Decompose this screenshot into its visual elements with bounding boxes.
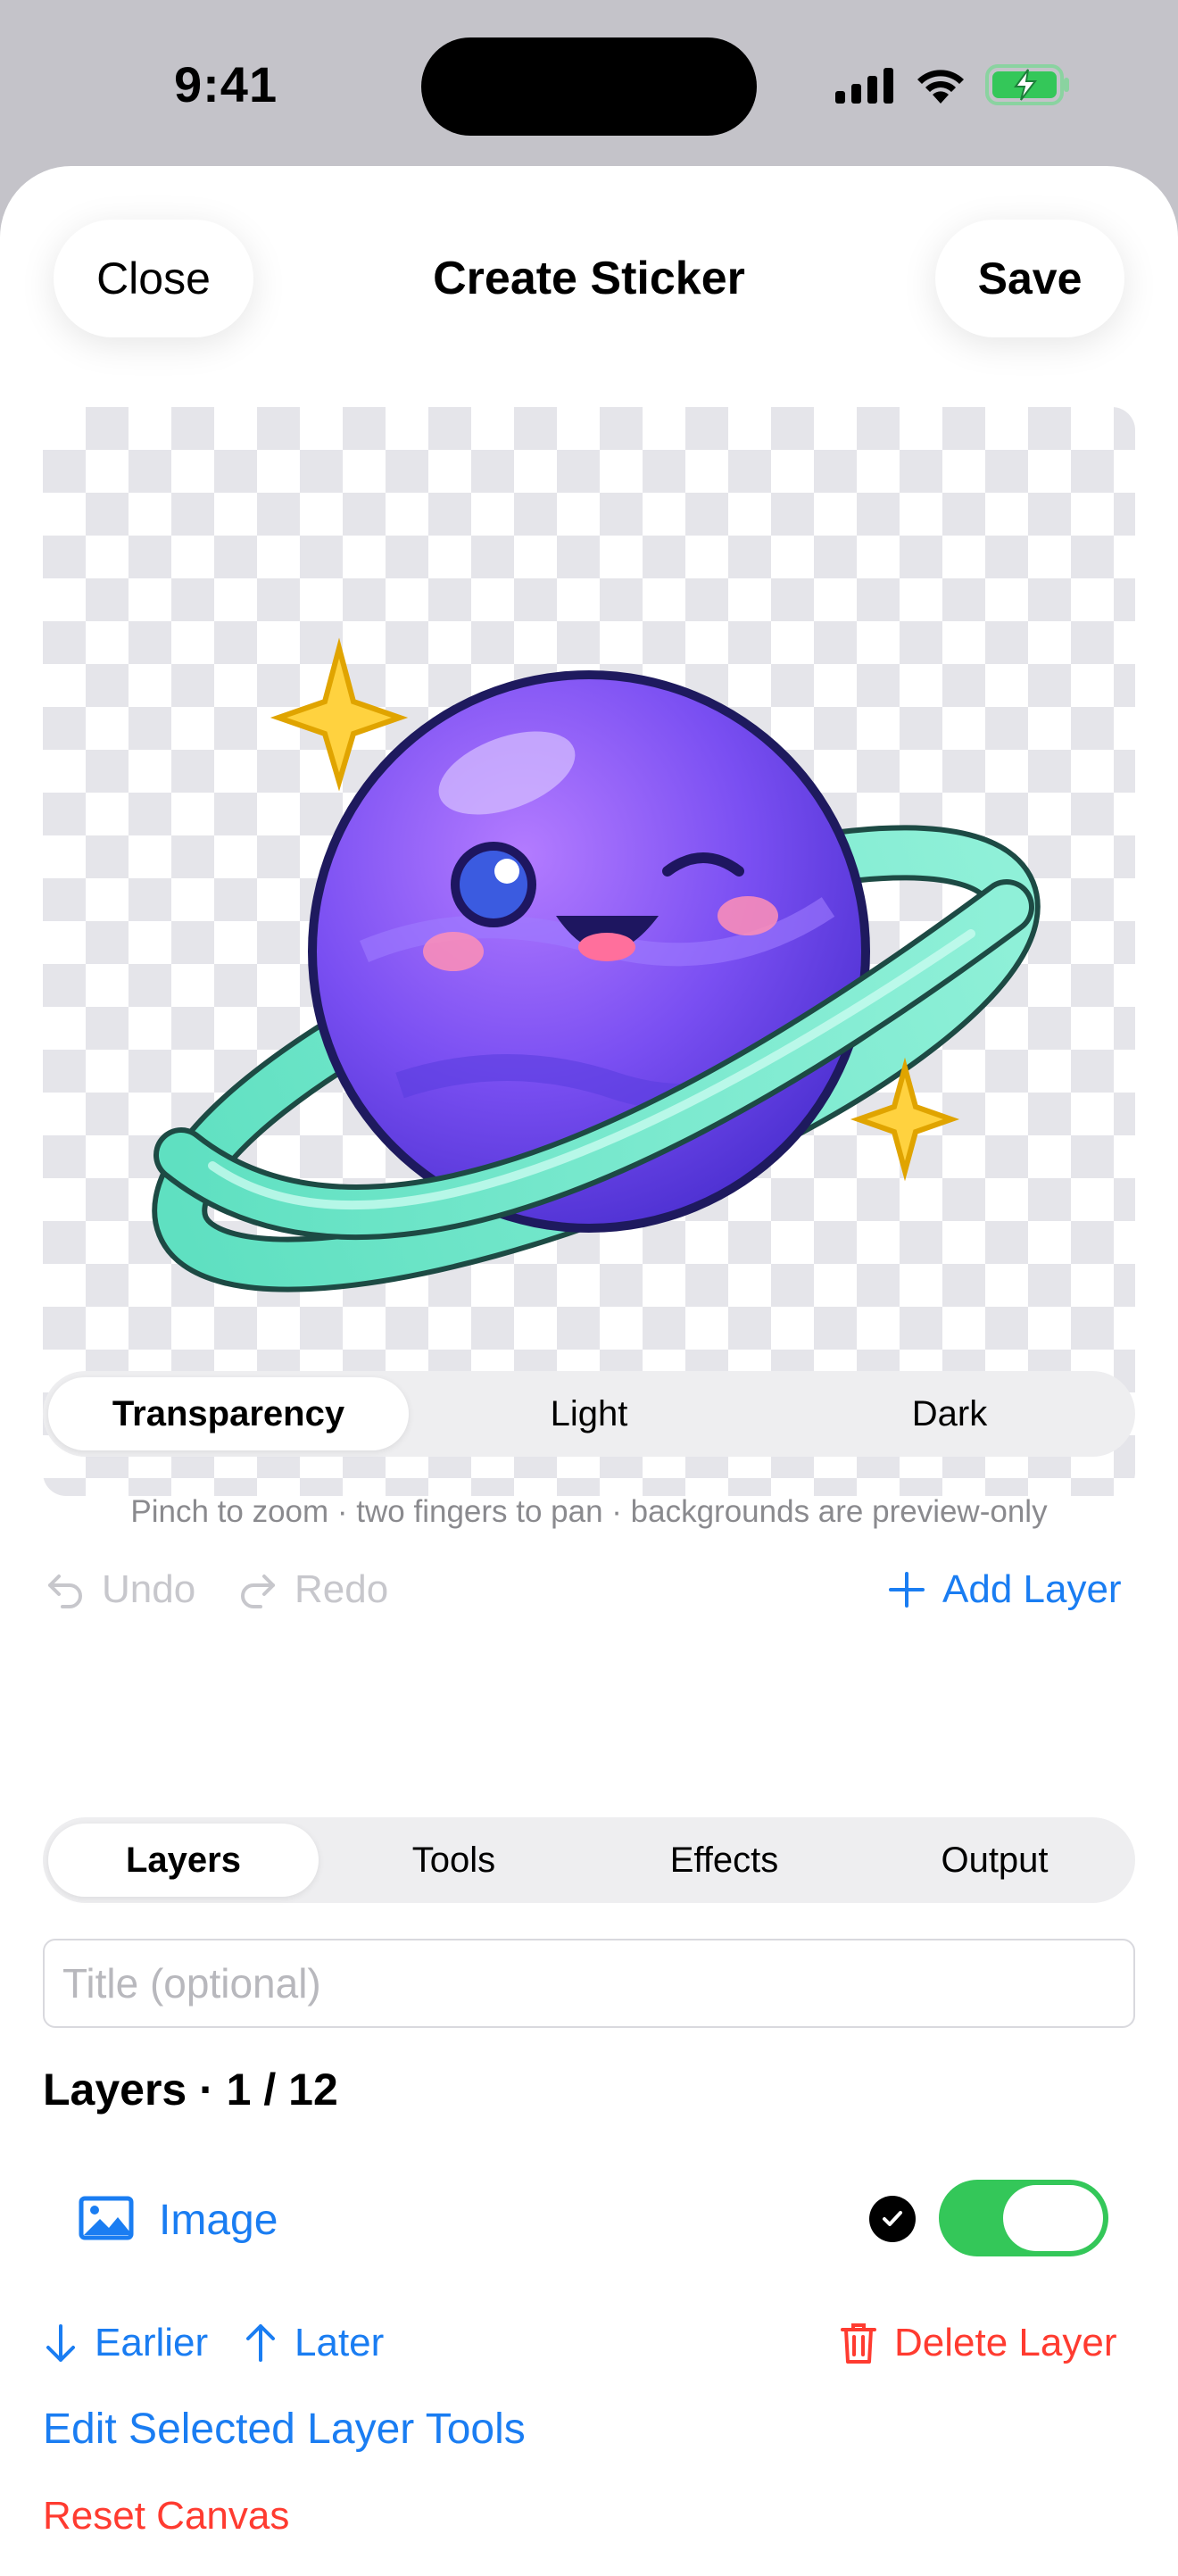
tab-output[interactable]: Output: [859, 1824, 1130, 1897]
save-button[interactable]: Save: [935, 220, 1124, 337]
photo-icon: [79, 2196, 134, 2240]
arrow-down-icon: [46, 2324, 75, 2362]
canvas-hint: Pinch to zoom · two fingers to pan · bac…: [130, 1494, 1048, 1529]
sticker-canvas[interactable]: [43, 407, 1135, 1496]
undo-icon: [48, 1575, 82, 1608]
reset-canvas-button[interactable]: Reset Canvas: [43, 2494, 289, 2539]
editor-tabs: Layers Tools Effects Output: [43, 1817, 1135, 1903]
earlier-label: Earlier: [95, 2321, 209, 2364]
edit-selected-layer-tools-link[interactable]: Edit Selected Layer Tools: [43, 2405, 526, 2454]
signal-icon: [835, 68, 893, 104]
status-time: 9:41: [174, 56, 278, 112]
arrow-up-icon: [246, 2324, 275, 2362]
add-layer-button[interactable]: Add Layer: [887, 1567, 1122, 1612]
tab-layers[interactable]: Layers: [48, 1824, 319, 1897]
tab-tools[interactable]: Tools: [319, 1824, 589, 1897]
undo-label: Undo: [102, 1567, 196, 1611]
bg-option-light[interactable]: Light: [409, 1377, 769, 1450]
selected-checkmark-icon[interactable]: [869, 2196, 916, 2242]
wifi-icon: [917, 70, 964, 104]
add-layer-label: Add Layer: [942, 1567, 1122, 1611]
layer-visibility-toggle[interactable]: [939, 2180, 1108, 2256]
tab-effects[interactable]: Effects: [589, 1824, 859, 1897]
redo-button[interactable]: Redo: [237, 1567, 388, 1612]
bg-option-dark[interactable]: Dark: [769, 1377, 1130, 1450]
trash-icon: [841, 2323, 876, 2364]
move-later-button[interactable]: Later: [243, 2321, 384, 2365]
delete-layer-label: Delete Layer: [894, 2321, 1117, 2364]
redo-label: Redo: [294, 1567, 389, 1611]
title-input[interactable]: [43, 1939, 1135, 2028]
bg-option-transparency[interactable]: Transparency: [48, 1377, 409, 1450]
background-mode-control: Transparency Light Dark: [43, 1371, 1135, 1457]
delete-layer-button[interactable]: Delete Layer: [839, 2321, 1116, 2365]
layer-name: Image: [159, 2197, 278, 2244]
redo-icon: [241, 1575, 275, 1608]
plus-icon: [889, 1572, 925, 1608]
planet-sticker-image[interactable]: [43, 407, 1135, 1496]
battery-charging-icon: [985, 64, 1069, 105]
dynamic-island: [421, 37, 757, 136]
later-label: Later: [294, 2321, 385, 2364]
layer-row[interactable]: Image: [43, 2174, 1135, 2264]
layers-heading: Layers · 1 / 12: [43, 2065, 338, 2115]
move-earlier-button[interactable]: Earlier: [43, 2321, 208, 2365]
undo-button[interactable]: Undo: [45, 1567, 195, 1612]
